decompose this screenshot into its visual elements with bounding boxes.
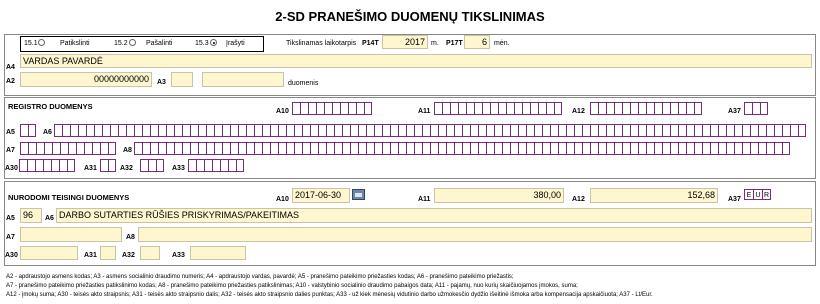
a6-reason-input[interactable]: DARBO SUTARTIES RŪŠIES PRISKYRIMAS/PAKEI…: [56, 208, 812, 223]
a3-label: A3: [157, 79, 166, 86]
a10-date-input[interactable]: 2017-06-30: [292, 188, 350, 203]
reg-a30-label: A30: [5, 165, 18, 172]
a8-input[interactable]: [138, 227, 812, 242]
reg-a6-cells[interactable]: [54, 124, 806, 137]
reg-a33-label: A33: [172, 165, 185, 172]
footnote-line: A2 - apdraustojo asmens kodas; A3 - asme…: [6, 274, 514, 280]
a7-input[interactable]: [20, 227, 122, 242]
reg-a11-cells[interactable]: [434, 102, 562, 115]
year-unit: m.: [431, 40, 439, 47]
reg-a8-cells[interactable]: [134, 142, 790, 155]
a33-input[interactable]: [190, 246, 246, 260]
a2-label: A2: [6, 78, 15, 85]
year-input[interactable]: 2017: [382, 35, 428, 49]
a12-contribution-input[interactable]: 152,68: [590, 188, 718, 203]
month-input[interactable]: 6: [464, 35, 490, 49]
reg-a30-cells[interactable]: [19, 159, 75, 172]
option-15-2-label: Pašalinti: [146, 40, 173, 47]
option-15-1-code: 15.1: [24, 40, 38, 47]
a5-reason-code-input[interactable]: 96: [20, 208, 42, 223]
reg-a7-label: A7: [6, 147, 15, 154]
a11-income-input[interactable]: 380,00: [434, 188, 564, 203]
registro-heading: REGISTRO DUOMENYS: [8, 102, 93, 111]
a32-input[interactable]: [140, 246, 160, 260]
reg-a11-label: A11: [418, 108, 431, 115]
period-label: Tikslinamas laikotarpis: [286, 40, 357, 47]
option-15-1-radio[interactable]: [38, 39, 45, 46]
duomenis-text: duomenis: [288, 80, 319, 87]
reg-a12-cells[interactable]: [590, 102, 702, 115]
reg-a5-cells[interactable]: [20, 124, 36, 137]
option-15-3-label: Įrašyti: [226, 40, 245, 47]
footnote-line: A12 - įmokų suma; A30 - teisės akto stra…: [6, 292, 653, 298]
a30-label: A30: [5, 252, 18, 259]
a4-name-input[interactable]: VARDAS PAVARDĖ: [20, 54, 812, 68]
a37-label: A37: [728, 196, 741, 203]
reg-a6-label: A6: [43, 129, 52, 136]
p17t-label: P17T: [446, 40, 463, 47]
a31-input[interactable]: [100, 246, 116, 260]
option-15-3-code: 15.3: [195, 40, 209, 47]
reg-a32-label: A32: [120, 165, 133, 172]
a6-label: A6: [45, 215, 54, 222]
calendar-icon[interactable]: [352, 189, 365, 200]
a32-label: A32: [122, 252, 135, 259]
currency-cell: R: [762, 189, 771, 200]
reg-a33-cells[interactable]: [188, 159, 244, 172]
reg-a10-label: A10: [276, 108, 289, 115]
reg-a8-label: A8: [123, 147, 132, 154]
option-15-3-radio[interactable]: [210, 39, 217, 46]
reg-a37-cells[interactable]: [744, 102, 768, 115]
a2-person-code-input[interactable]: 00000000000: [20, 72, 152, 87]
option-15-2-radio[interactable]: [129, 39, 136, 46]
a10-label: A10: [276, 196, 289, 203]
a3-insurance-number-input[interactable]: [171, 72, 193, 87]
teisingi-heading: NURODOMI TEISINGI DUOMENYS: [8, 193, 130, 202]
reg-a10-cells[interactable]: [292, 102, 372, 115]
p14t-label: P14T: [362, 40, 379, 47]
reg-a31-cells[interactable]: [100, 159, 116, 172]
reg-a31-label: A31: [84, 165, 97, 172]
reg-a37-label: A37: [728, 108, 741, 115]
option-15-2-code: 15.2: [114, 40, 128, 47]
reg-a12-label: A12: [572, 108, 585, 115]
reg-a7-cells[interactable]: [20, 142, 116, 155]
a33-label: A33: [172, 252, 185, 259]
a7-label: A7: [6, 234, 15, 241]
reg-a32-cells[interactable]: [140, 159, 164, 172]
reg-a5-label: A5: [6, 129, 15, 136]
option-15-1-label: Patikslinti: [60, 40, 90, 47]
footnote-line: A7 - pranešimo pateikimo priežasties pat…: [6, 283, 578, 289]
form-title: 2-SD PRANEŠIMO DUOMENŲ TIKSLINIMAS: [275, 9, 545, 24]
currency-cell: U: [753, 189, 762, 200]
a31-label: A31: [84, 252, 97, 259]
currency-cell: E: [744, 189, 753, 200]
a12-label: A12: [572, 196, 585, 203]
a8-label: A8: [126, 234, 135, 241]
a30-input[interactable]: [20, 246, 78, 260]
a5-label: A5: [6, 215, 15, 222]
a11-label: A11: [418, 196, 431, 203]
a3-number-input[interactable]: [202, 72, 284, 87]
a4-label: A4: [6, 64, 15, 71]
a37-currency-cells[interactable]: E U R: [744, 189, 771, 200]
month-unit: mėn.: [494, 40, 510, 47]
